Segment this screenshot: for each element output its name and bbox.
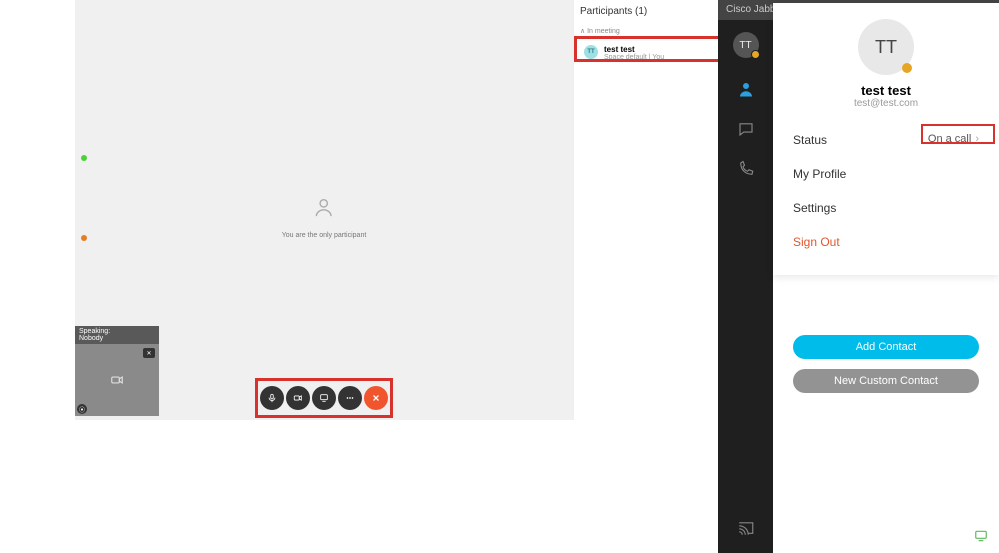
cast-icon[interactable] (737, 519, 755, 537)
chevron-right-icon: › (975, 133, 979, 145)
status-dot-green (81, 155, 87, 161)
contacts-icon[interactable] (737, 80, 755, 98)
speaking-name: Nobody (79, 335, 155, 342)
jabber-sidebar: TT (718, 20, 773, 553)
video-area: You are the only participant Speaking: N… (75, 0, 573, 420)
profile-avatar: TT (858, 19, 914, 75)
profile-popover: TT test test test@test.com Status On a c… (773, 3, 999, 275)
person-icon (313, 195, 335, 219)
profile-avatar-button[interactable]: TT (733, 32, 759, 58)
status-menu-item[interactable]: Status On a call › (793, 123, 979, 157)
chat-icon[interactable] (737, 120, 755, 138)
camera-icon (110, 373, 124, 387)
add-contact-button[interactable]: Add Contact (793, 335, 979, 359)
phone-icon[interactable] (737, 160, 755, 178)
jabber-window: Cisco Jabber TT Add Contact New Custom C… (718, 0, 999, 553)
thumb-options-icon[interactable]: ⦿ (77, 404, 87, 414)
speaking-indicator: Speaking: Nobody (75, 326, 159, 344)
empty-participant-message: You are the only participant (282, 195, 367, 239)
new-custom-contact-button[interactable]: New Custom Contact (793, 369, 979, 393)
participant-info: Space default | You (604, 54, 664, 61)
participants-title: Participants (1) (580, 6, 647, 17)
self-video-thumbnail[interactable]: ✕ ⦿ (75, 344, 159, 416)
settings-menu-item[interactable]: Settings (793, 191, 979, 225)
video-button[interactable] (286, 386, 310, 410)
more-button[interactable] (338, 386, 362, 410)
pin-icon[interactable]: ✕ (143, 348, 155, 358)
end-call-button[interactable] (364, 386, 388, 410)
profile-name: test test (793, 83, 979, 98)
share-button[interactable] (312, 386, 336, 410)
profile-email: test@test.com (793, 98, 979, 109)
status-dot-orange (81, 235, 87, 241)
sign-out-menu-item[interactable]: Sign Out (793, 225, 979, 259)
speaking-label: Speaking: (79, 328, 155, 335)
only-participant-text: You are the only participant (282, 232, 367, 239)
participant-avatar: TT (584, 45, 598, 59)
status-label: Status (793, 133, 827, 147)
my-profile-menu-item[interactable]: My Profile (793, 157, 979, 191)
meeting-window: You are the only participant Speaking: N… (75, 0, 775, 420)
meeting-controls (260, 386, 388, 410)
participant-name: test test (604, 45, 664, 54)
monitor-status-icon (973, 529, 989, 543)
status-value: On a call (928, 133, 971, 145)
mute-button[interactable] (260, 386, 284, 410)
